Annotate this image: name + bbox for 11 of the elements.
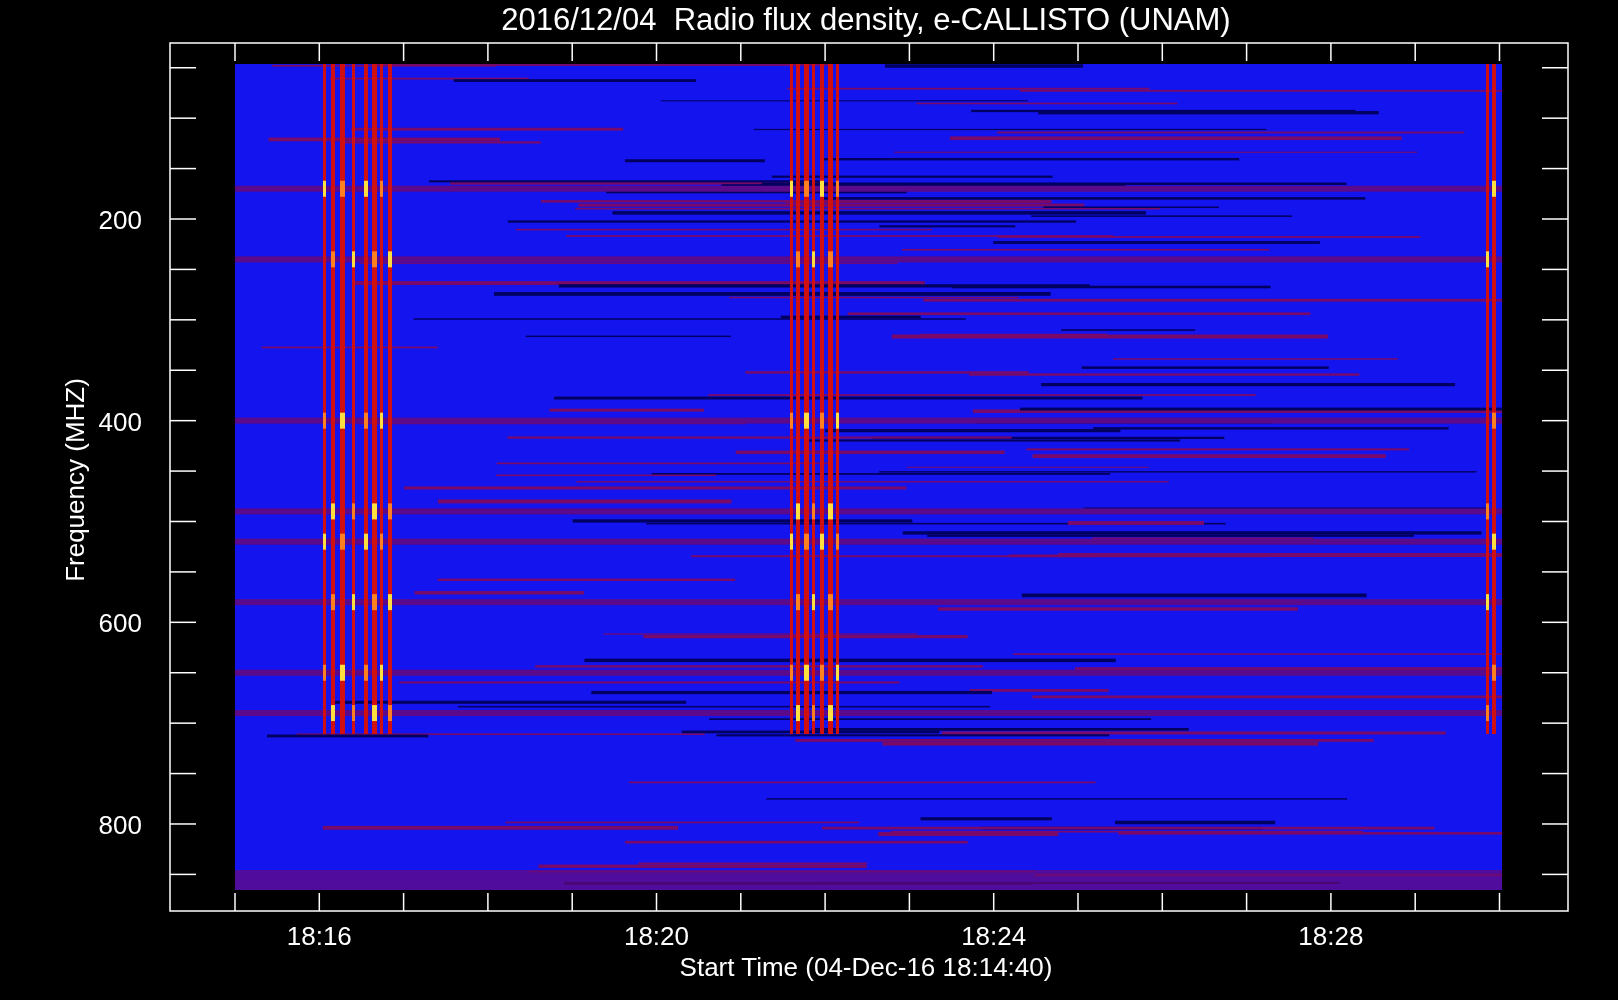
y-tick-label: 800: [98, 810, 142, 840]
x-tick-label: 18:16: [286, 921, 352, 951]
y-tick-label: 200: [98, 205, 142, 235]
plot-title: 2016/12/04 Radio flux density, e-CALLISTO (UNAM): [501, 2, 1231, 37]
x-axis-label: Start Time (04-Dec-16 18:14:40): [679, 952, 1053, 982]
y-tick-label: 400: [98, 406, 142, 437]
x-tick-label: 18:24: [961, 921, 1027, 951]
x-tick-label: 18:20: [623, 921, 690, 951]
y-tick-label: 600: [98, 608, 142, 639]
x-tick-label: 18:28: [1298, 921, 1364, 951]
y-axis-label: Frequency (MHZ): [60, 378, 90, 582]
